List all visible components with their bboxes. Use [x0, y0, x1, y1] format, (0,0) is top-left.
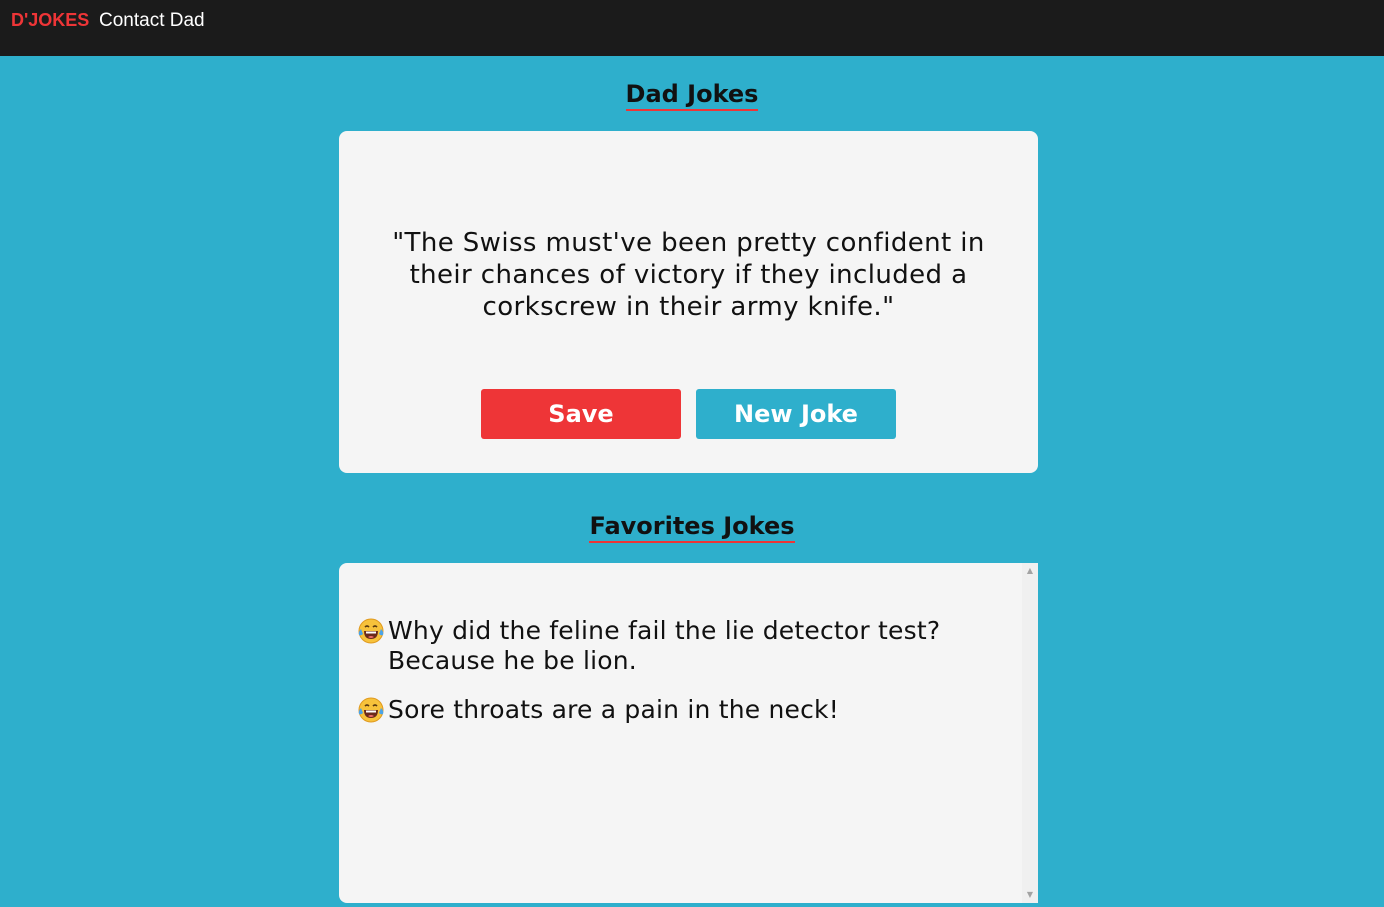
favorites-title: Favorites Jokes	[589, 512, 795, 543]
dad-jokes-title: Dad Jokes	[625, 80, 759, 111]
favorites-heading: Favorites Jokes	[0, 512, 1384, 543]
favorites-card: Why did the feline fail the lie detector…	[339, 563, 1038, 903]
scroll-up-arrow-icon[interactable]: ▲	[1022, 563, 1038, 579]
brand-logo[interactable]: D'JOKES	[11, 10, 89, 31]
list-item: Why did the feline fail the lie detector…	[356, 616, 1022, 676]
laughing-tears-emoji-icon	[356, 695, 388, 725]
joke-card: "The Swiss must've been pretty confident…	[339, 131, 1038, 473]
joke-text: "The Swiss must've been pretty confident…	[392, 228, 985, 322]
save-button[interactable]: Save	[481, 389, 681, 439]
scroll-down-arrow-icon[interactable]: ▼	[1022, 887, 1038, 903]
list-item: Sore throats are a pain in the neck!	[356, 695, 1022, 725]
dad-jokes-heading: Dad Jokes	[0, 80, 1384, 111]
new-joke-button[interactable]: New Joke	[696, 389, 896, 439]
laughing-tears-emoji-icon	[356, 616, 388, 646]
favorite-joke-text: Sore throats are a pain in the neck!	[388, 695, 839, 724]
favorites-list: Why did the feline fail the lie detector…	[339, 563, 1022, 903]
nav-link-contact-dad[interactable]: Contact Dad	[99, 10, 205, 32]
navbar: D'JOKES Contact Dad	[0, 0, 1384, 56]
favorite-joke-text: Why did the feline fail the lie detector…	[388, 616, 941, 675]
favorites-scrollbar[interactable]: ▲ ▼	[1022, 563, 1038, 903]
